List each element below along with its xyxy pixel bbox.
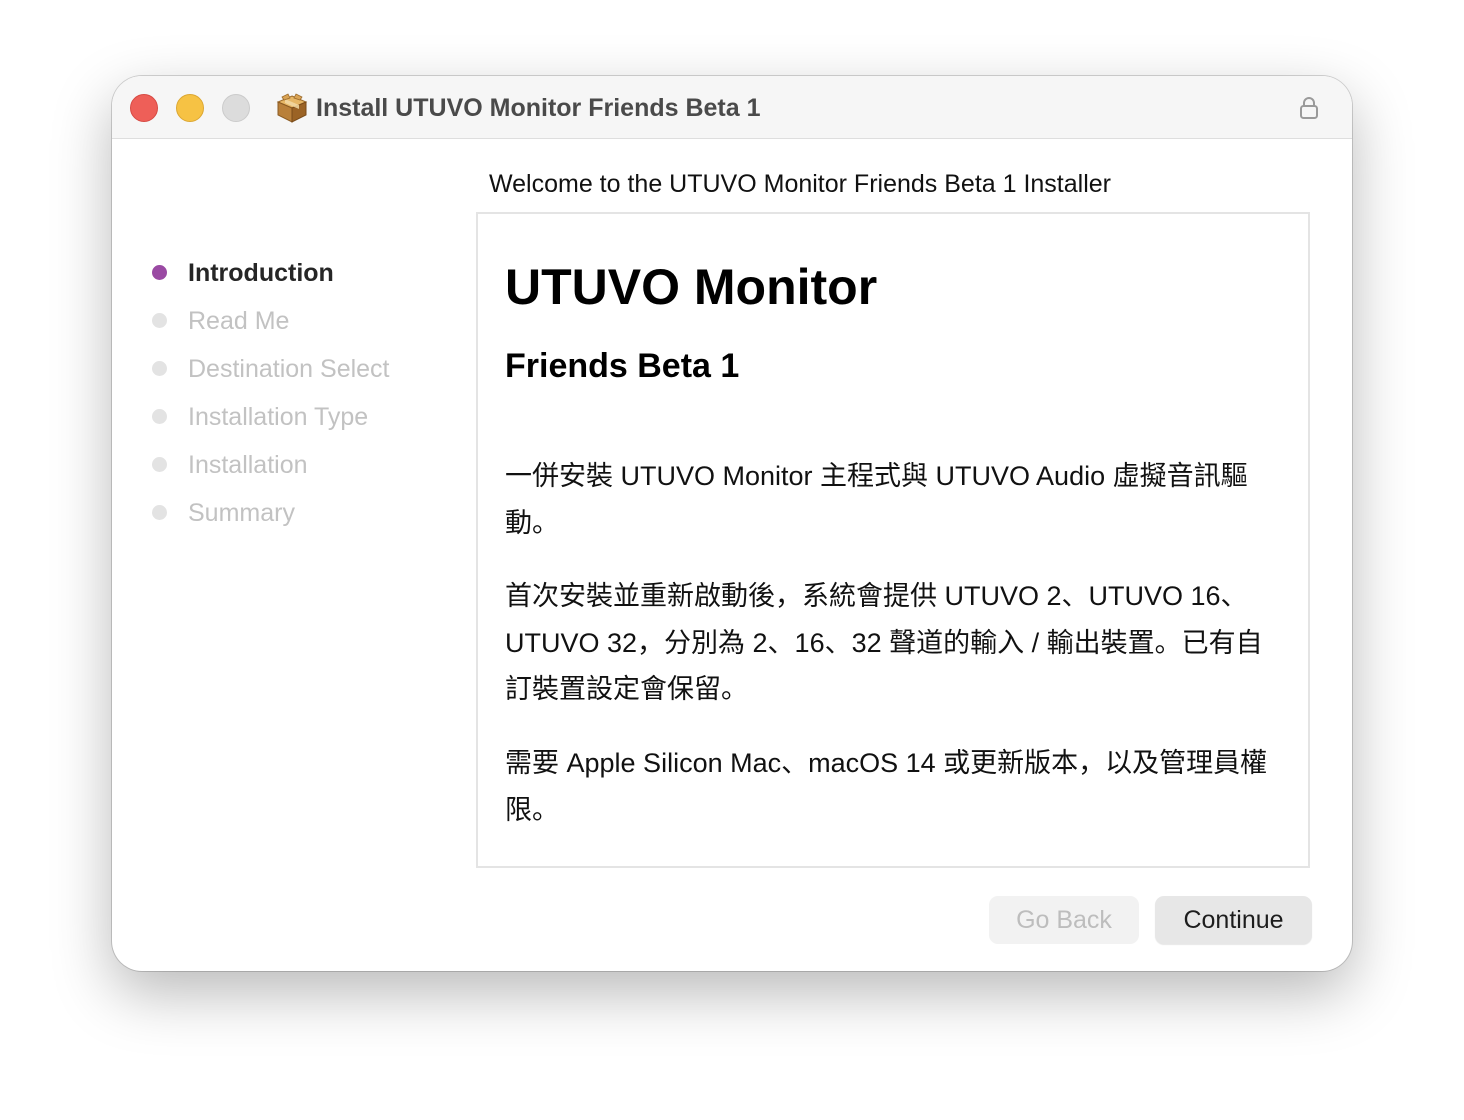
step-dot-icon [152, 505, 167, 520]
step-label: Read Me [188, 307, 290, 335]
step-dot-icon [152, 265, 167, 280]
installer-window: Install UTUVO Monitor Friends Beta 1 Wel… [112, 76, 1352, 971]
intro-paragraph-1: 一併安裝 UTUVO Monitor 主程式與 UTUVO Audio 虛擬音訊… [505, 461, 1248, 538]
installer-steps: Introduction Read Me Destination Select … [150, 250, 390, 538]
introduction-content-pane[interactable]: UTUVO Monitor Friends Beta 1 一併安裝 UTUVO … [476, 212, 1310, 868]
step-installation-type: Installation Type [150, 394, 390, 442]
step-label: Installation Type [188, 403, 369, 431]
zoom-window-button [222, 94, 250, 122]
go-back-button: Go Back [989, 896, 1139, 944]
welcome-heading: Welcome to the UTUVO Monitor Friends Bet… [489, 170, 1111, 198]
step-label: Introduction [188, 259, 334, 287]
step-label: Installation [188, 451, 308, 479]
product-heading: UTUVO Monitor [505, 259, 878, 315]
content-body: UTUVO Monitor Friends Beta 1 一併安裝 UTUVO … [505, 252, 1285, 825]
close-window-button[interactable] [130, 94, 158, 122]
intro-paragraph-3: 需要 Apple Silicon Mac、macOS 14 或更新版本，以及管理… [505, 748, 1268, 825]
window-title: Install UTUVO Monitor Friends Beta 1 [316, 94, 761, 122]
step-destination-select: Destination Select [150, 346, 390, 394]
product-subheading: Friends Beta 1 [505, 347, 740, 385]
step-installation: Installation [150, 442, 390, 490]
continue-button[interactable]: Continue [1155, 896, 1312, 944]
step-label: Destination Select [188, 355, 390, 383]
step-summary: Summary [150, 490, 390, 538]
step-dot-icon [152, 361, 167, 376]
step-dot-icon [152, 409, 167, 424]
step-label: Summary [188, 499, 295, 527]
package-icon [276, 93, 308, 123]
step-read-me: Read Me [150, 298, 390, 346]
lock-icon[interactable] [1298, 96, 1320, 120]
intro-paragraph-2: 首次安裝並重新啟動後，系統會提供 UTUVO 2、UTUVO 16、UTUVO … [505, 581, 1263, 704]
step-dot-icon [152, 313, 167, 328]
step-dot-icon [152, 457, 167, 472]
minimize-window-button[interactable] [176, 94, 204, 122]
title-bar[interactable]: Install UTUVO Monitor Friends Beta 1 [112, 76, 1352, 139]
step-introduction: Introduction [150, 250, 390, 298]
